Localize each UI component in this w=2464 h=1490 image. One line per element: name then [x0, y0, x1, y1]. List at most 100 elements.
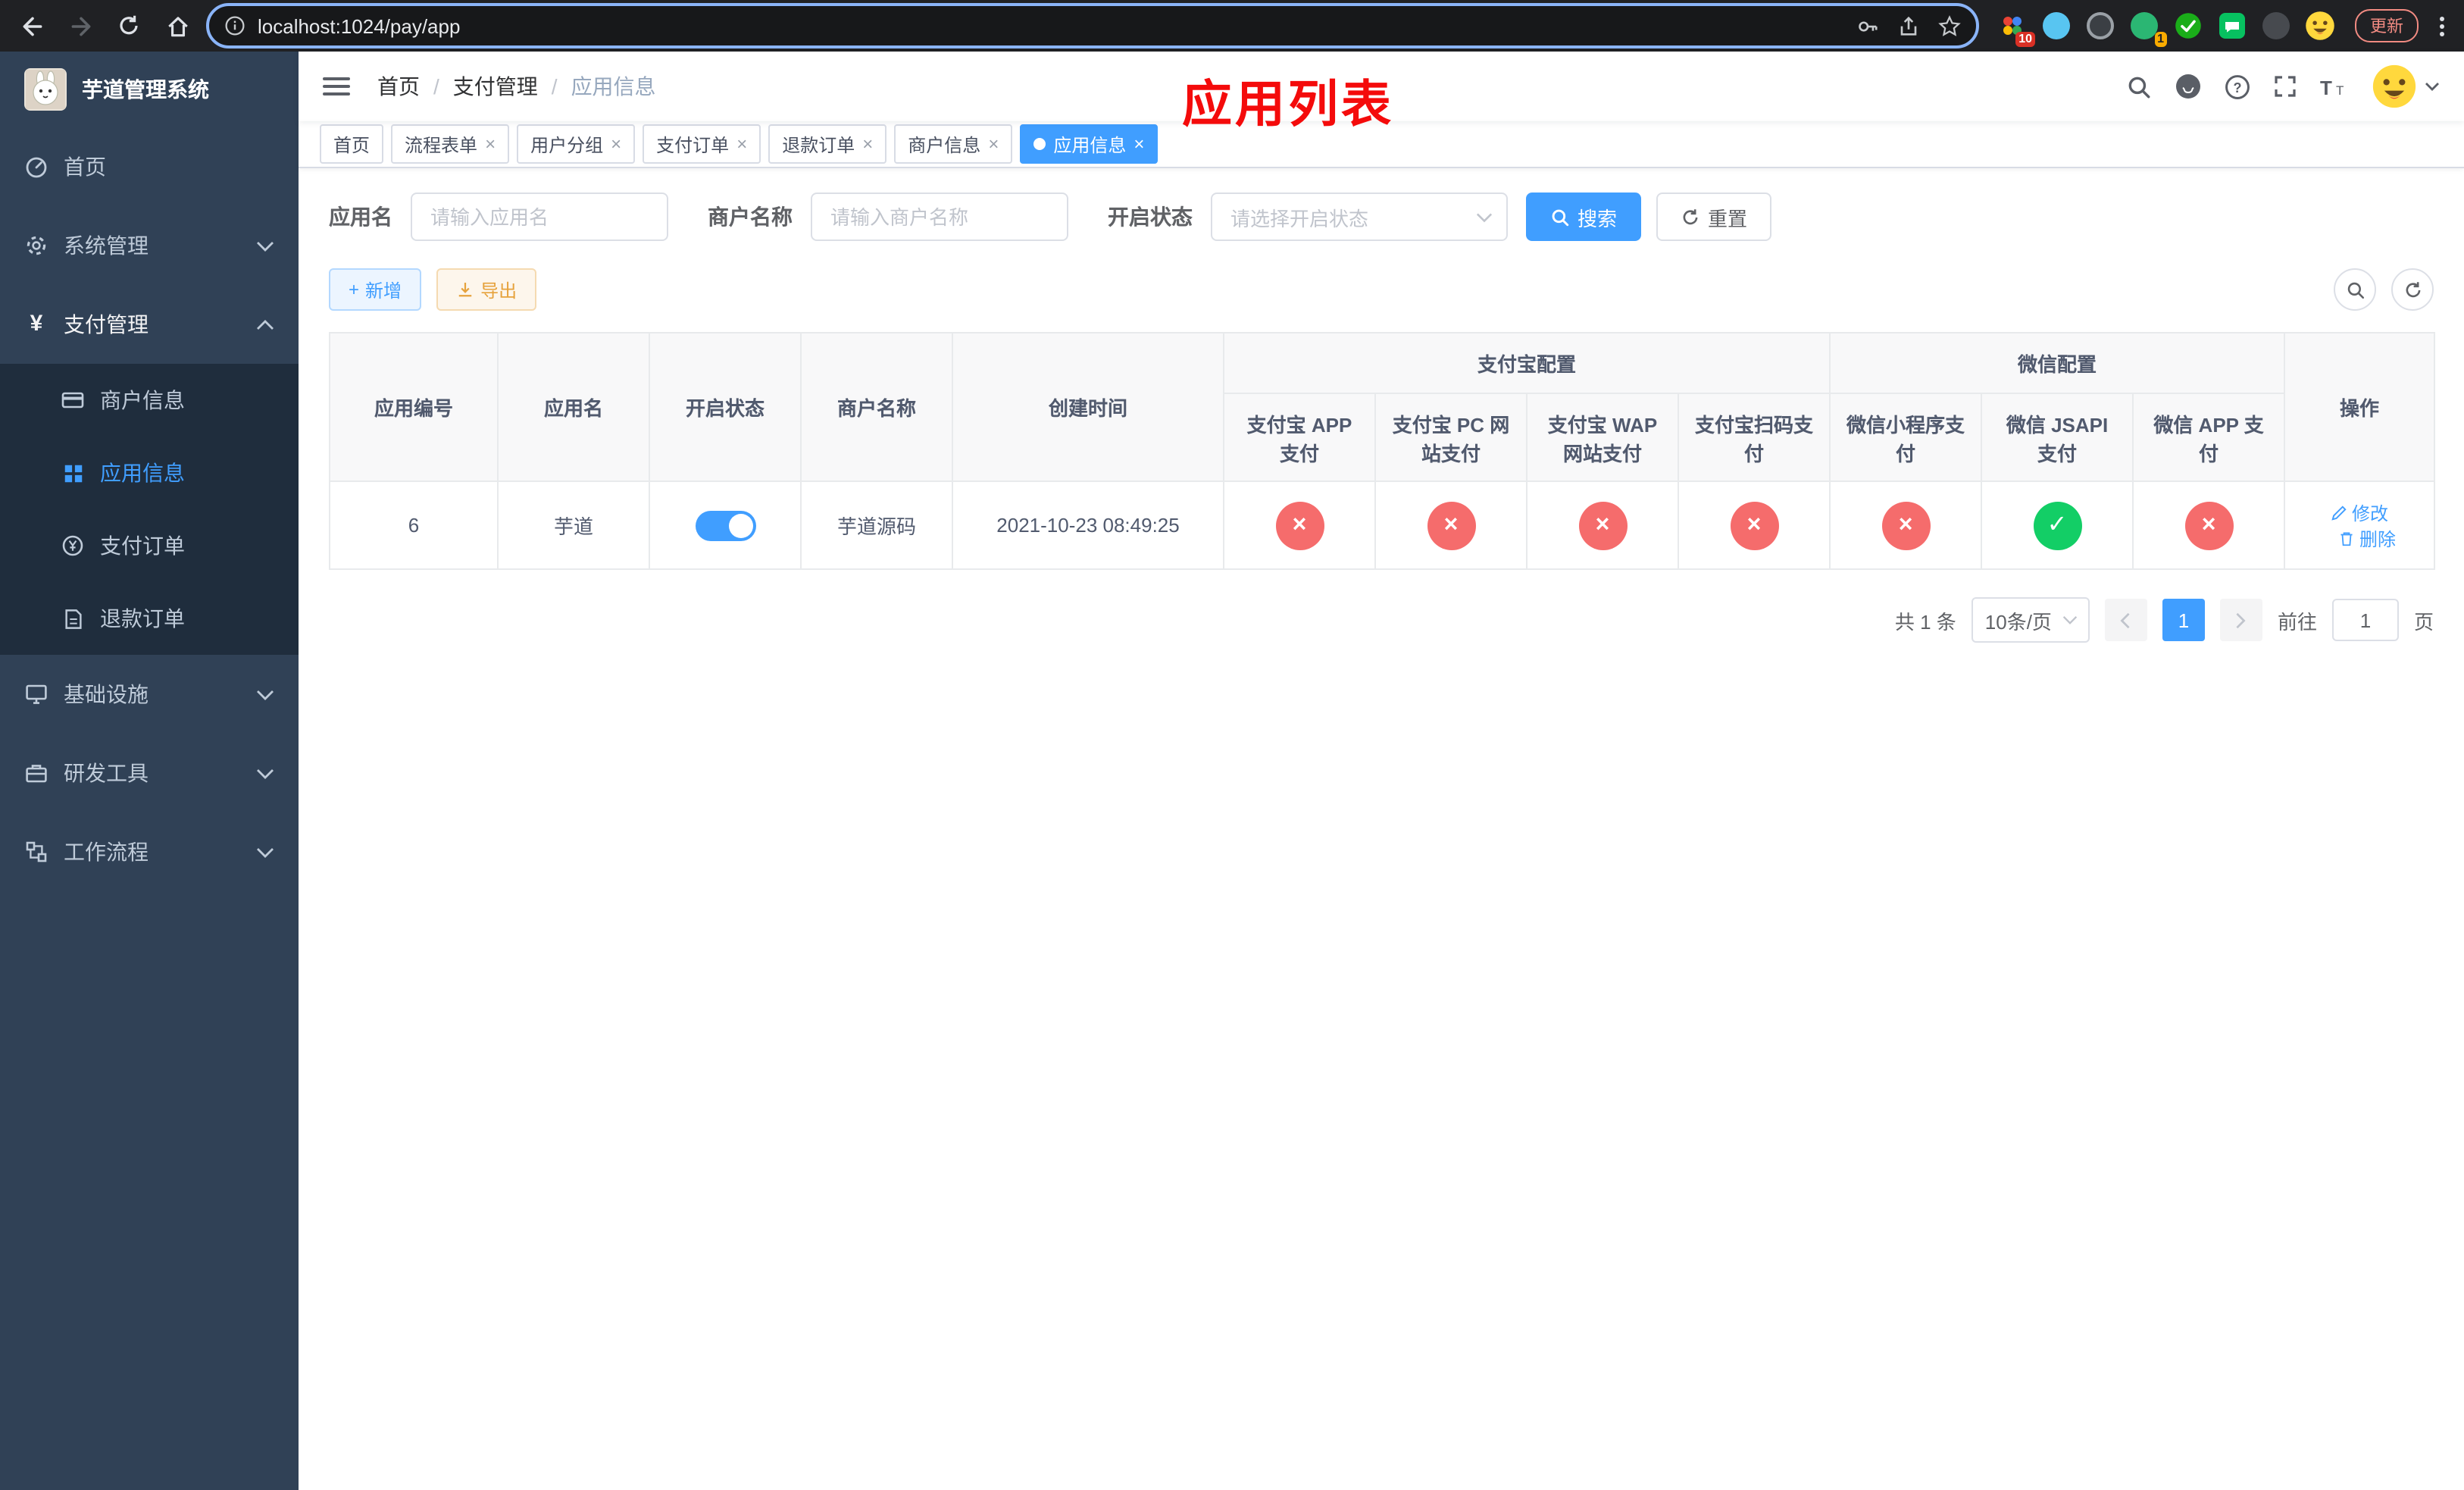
toggle-search-button[interactable]: [2334, 268, 2376, 311]
svg-text:?: ?: [2233, 80, 2241, 95]
extension-puzzle-icon[interactable]: [2261, 11, 2291, 41]
bookmark-star-icon[interactable]: [1938, 14, 1961, 37]
browser-extensions-area: 10 1 更新: [1991, 9, 2449, 47]
tab-refund-orders[interactable]: 退款订单 ×: [768, 124, 887, 164]
app-name-label: 应用名: [329, 205, 392, 229]
help-icon[interactable]: ?: [2225, 74, 2250, 99]
tab-home[interactable]: 首页: [320, 124, 384, 164]
browser-menu-icon[interactable]: [2435, 16, 2449, 36]
chevron-down-icon: [2062, 616, 2078, 624]
payment-submenu: 商户信息 应用信息 支付订单 退款订单: [0, 364, 299, 655]
status-select[interactable]: 请选择开启状态: [1211, 193, 1508, 241]
chevron-up-icon: [257, 319, 274, 329]
close-icon[interactable]: ×: [1134, 135, 1144, 153]
merchant-name-input[interactable]: [811, 193, 1068, 241]
sidebar-item-label: 首页: [64, 155, 106, 179]
profile-avatar-icon[interactable]: [2305, 11, 2335, 41]
col-header-status: 开启状态: [649, 332, 802, 482]
password-key-icon[interactable]: [1856, 14, 1879, 37]
next-page-button[interactable]: [2219, 599, 2262, 641]
add-button[interactable]: + 新增: [329, 268, 422, 311]
card-icon: [61, 388, 85, 412]
sidebar-item-home[interactable]: 首页: [0, 127, 299, 206]
goto-page-input[interactable]: [2331, 599, 2399, 641]
sidebar-item-payment-orders[interactable]: 支付订单: [0, 509, 299, 582]
sidebar-item-workflow[interactable]: 工作流程: [0, 812, 299, 891]
user-avatar[interactable]: [2372, 64, 2440, 109]
tab-user-group[interactable]: 用户分组 ×: [517, 124, 636, 164]
close-icon[interactable]: ×: [862, 135, 873, 153]
close-icon[interactable]: ×: [736, 135, 747, 153]
cell-status: [649, 480, 802, 570]
site-info-icon[interactable]: [224, 15, 245, 36]
extension-chat-icon[interactable]: [2217, 11, 2247, 41]
chevron-down-icon: [1476, 212, 1493, 222]
app-logo-row: 芋道管理系统: [0, 52, 299, 127]
prev-page-button[interactable]: [2104, 599, 2147, 641]
sidebar-item-payment[interactable]: ¥ 支付管理: [0, 285, 299, 364]
browser-update-button[interactable]: 更新: [2355, 9, 2419, 42]
page-size-select[interactable]: 10条/页: [1971, 597, 2090, 643]
extension-ring-icon[interactable]: [2085, 11, 2115, 41]
share-icon[interactable]: [1897, 14, 1920, 37]
collapse-sidebar-icon[interactable]: [323, 77, 350, 95]
delete-link[interactable]: 删除: [2338, 525, 2396, 551]
sidebar-item-merchant-info[interactable]: 商户信息: [0, 364, 299, 437]
search-button[interactable]: 搜索: [1526, 193, 1642, 241]
monitor-icon: [24, 682, 48, 706]
chevron-right-icon: [2237, 612, 2247, 628]
trash-icon: [2340, 531, 2353, 546]
close-icon[interactable]: ×: [485, 135, 496, 153]
browser-toolbar: localhost:1024/pay/app 10 1 更新: [0, 0, 2464, 52]
tab-app-info[interactable]: 应用信息 ×: [1020, 124, 1159, 164]
sidebar-item-infrastructure[interactable]: 基础设施: [0, 655, 299, 734]
browser-reload-button[interactable]: [112, 9, 145, 42]
reset-button[interactable]: 重置: [1656, 193, 1772, 241]
header-search-icon[interactable]: [2126, 74, 2152, 99]
status-label: 开启状态: [1108, 205, 1193, 229]
edit-link[interactable]: 修改: [2331, 499, 2388, 525]
col-header-wechat-jsapi: 微信 JSAPI 支付: [1981, 393, 2134, 482]
breadcrumb: 首页 / 支付管理 / 应用信息: [377, 71, 656, 102]
svg-text:T: T: [2320, 76, 2332, 98]
wechat-app-status-icon: ×: [2184, 501, 2234, 549]
tab-merchant-info[interactable]: 商户信息 ×: [894, 124, 1013, 164]
close-icon[interactable]: ×: [611, 135, 621, 153]
app-name-input[interactable]: [411, 193, 668, 241]
dashboard-icon: [24, 155, 48, 179]
sidebar-item-system[interactable]: 系统管理: [0, 206, 299, 285]
github-icon[interactable]: [2175, 73, 2202, 100]
extension-avatar-icon[interactable]: 1: [2129, 11, 2167, 47]
chevron-left-icon: [2121, 612, 2131, 628]
address-bar[interactable]: localhost:1024/pay/app: [206, 3, 1979, 49]
page-number-1[interactable]: 1: [2162, 599, 2205, 641]
extension-check-icon[interactable]: [2173, 11, 2203, 41]
refresh-table-button[interactable]: [2391, 268, 2434, 311]
font-size-icon[interactable]: TT: [2320, 75, 2349, 98]
status-toggle[interactable]: [695, 510, 755, 540]
fullscreen-icon[interactable]: [2273, 74, 2297, 99]
tab-process-form[interactable]: 流程表单 ×: [391, 124, 510, 164]
sidebar-item-dev-tools[interactable]: 研发工具: [0, 734, 299, 812]
sidebar-item-label: 应用信息: [100, 461, 185, 485]
breadcrumb-home[interactable]: 首页: [377, 71, 420, 102]
active-tab-dot: [1033, 138, 1046, 150]
browser-forward-button[interactable]: [64, 9, 97, 42]
col-header-actions: 操作: [2284, 332, 2436, 482]
goto-prefix: 前往: [2277, 610, 2317, 633]
group-header-wechat: 微信配置: [1829, 332, 2286, 394]
close-icon[interactable]: ×: [988, 135, 999, 153]
browser-home-button[interactable]: [161, 9, 194, 42]
sidebar-item-app-info[interactable]: 应用信息: [0, 437, 299, 509]
sidebar-item-label: 退款订单: [100, 606, 185, 631]
extension-colors-icon[interactable]: 10: [1997, 11, 2035, 47]
wechat-jsapi-status-icon: ✓: [2033, 501, 2082, 549]
export-button[interactable]: 导出: [436, 268, 537, 311]
sidebar-item-refund-orders[interactable]: 退款订单: [0, 582, 299, 655]
tab-payment-orders[interactable]: 支付订单 ×: [643, 124, 761, 164]
table-toolbar: + 新增 导出: [329, 268, 2434, 311]
breadcrumb-payment[interactable]: 支付管理: [453, 71, 538, 102]
extension-drop-icon[interactable]: [2041, 11, 2072, 41]
col-header-app-name: 应用名: [497, 332, 650, 482]
browser-back-button[interactable]: [15, 9, 48, 42]
